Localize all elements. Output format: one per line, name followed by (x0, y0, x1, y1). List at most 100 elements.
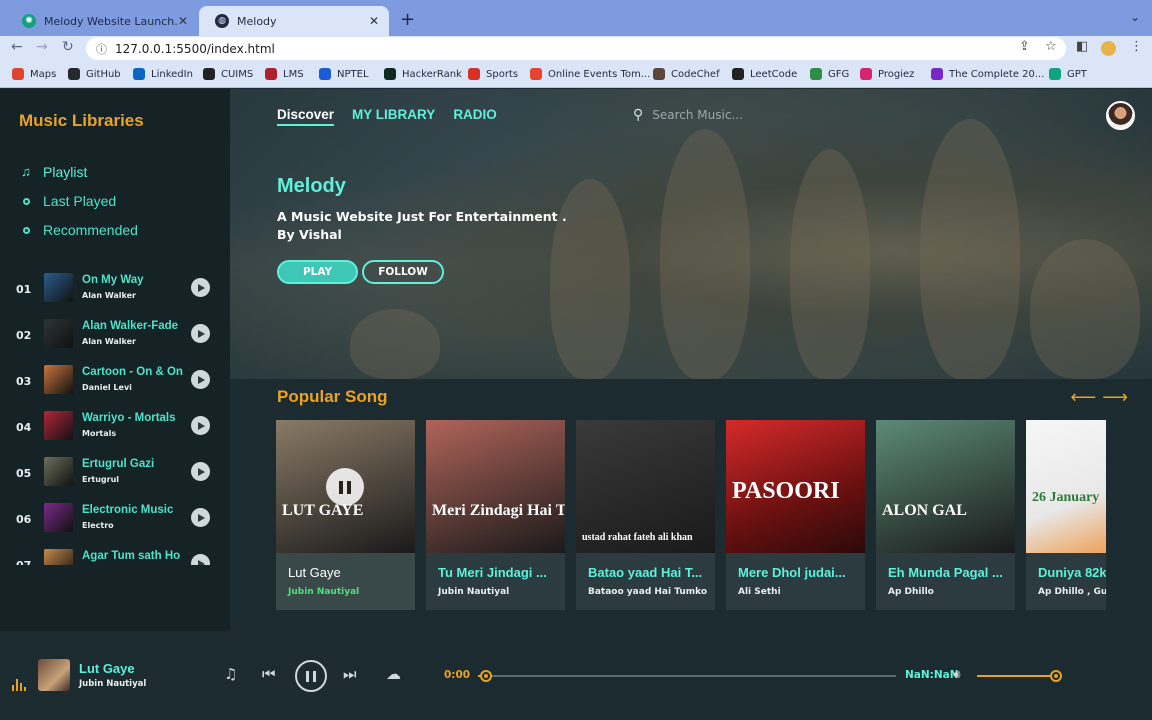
seek-handle[interactable] (480, 670, 493, 682)
play-circle-icon[interactable] (191, 554, 210, 565)
nav-my-library[interactable]: MY LIBRARY (352, 107, 435, 126)
play-button[interactable]: PLAY (277, 260, 358, 284)
previous-track-icon[interactable]: ⏮ (262, 665, 276, 683)
pause-overlay-icon[interactable] (326, 468, 364, 506)
song-list-item[interactable]: 02 Alan Walker-Fade Alan Walker (0, 315, 230, 361)
card-title: Mere Dhol judai... (738, 565, 846, 580)
info-icon[interactable]: ⓘ (96, 41, 107, 57)
volume-handle[interactable] (1050, 670, 1062, 682)
song-card[interactable]: ustad rahat fateh ali khan Batao yaad Hai… (576, 420, 715, 610)
bookmark-item[interactable]: Online Events Tom... (530, 68, 650, 80)
album-art-text: ALON GAL (882, 502, 967, 519)
close-tab-icon[interactable]: ✕ (178, 14, 188, 28)
album-art: 26 January (1026, 420, 1106, 553)
forward-icon[interactable]: → (36, 39, 48, 55)
nav-radio[interactable]: RADIO (453, 107, 497, 126)
play-circle-icon[interactable] (191, 508, 210, 527)
browser-tab-2[interactable]: ◍ Melody ✕ (199, 6, 389, 36)
bookmark-item[interactable]: GFG (810, 68, 849, 80)
album-art: LUT GAYE (276, 420, 415, 553)
song-card[interactable]: Meri Zindagi Hai Tu Tu Meri Jindagi ... Ju… (426, 420, 565, 610)
song-thumbnail (44, 457, 73, 486)
bookmark-favicon-icon (653, 68, 665, 80)
song-list-item[interactable]: 04 Warriyo - Mortals Mortals (0, 407, 230, 453)
more-menu-icon[interactable]: ⋮ (1130, 39, 1143, 54)
profile-avatar-icon[interactable] (1101, 41, 1116, 56)
side-panel-icon[interactable]: ◧ (1076, 39, 1088, 54)
download-icon[interactable]: ☁ (386, 665, 401, 683)
song-list-item[interactable]: 05 Ertugrul Gazi Ertugrul (0, 453, 230, 499)
bookmark-item[interactable]: CUIMS (203, 68, 253, 80)
main-content: Discover MY LIBRARY RADIO ⚲ Search Music… (230, 89, 1152, 631)
sidebar-item-last-played[interactable]: Last Played (19, 186, 138, 215)
play-circle-icon[interactable] (191, 416, 210, 435)
bookmark-item[interactable]: LeetCode (732, 68, 797, 80)
bookmark-item[interactable]: GitHub (68, 68, 121, 80)
bookmark-favicon-icon (931, 68, 943, 80)
share-icon[interactable]: ⇪ (1019, 39, 1030, 54)
bookmark-favicon-icon (1049, 68, 1061, 80)
bookmark-label: Maps (30, 68, 57, 80)
song-list-item[interactable]: 07 Agar Tum sath Ho (0, 545, 230, 565)
follow-button[interactable]: FOLLOW (362, 260, 444, 284)
now-playing-thumbnail (38, 659, 70, 691)
bookmark-item[interactable]: LMS (265, 68, 304, 80)
bookmark-item[interactable]: LinkedIn (133, 68, 193, 80)
play-circle-icon[interactable] (191, 324, 210, 343)
play-circle-icon[interactable] (191, 462, 210, 481)
song-card[interactable]: ALON GAL Eh Munda Pagal ... Ap Dhillo (876, 420, 1015, 610)
reload-icon[interactable]: ↻ (62, 39, 74, 55)
bookmark-item[interactable]: NPTEL (319, 68, 369, 80)
bookmark-favicon-icon (68, 68, 80, 80)
seek-bar[interactable] (478, 670, 896, 682)
album-art-text: ustad rahat fateh ali khan (582, 532, 693, 543)
search-input[interactable]: Search Music... (652, 108, 743, 122)
music-note-icon[interactable]: ♫ (224, 665, 237, 683)
song-card[interactable]: PASOORI Mere Dhol judai... Ali Sethi (726, 420, 865, 610)
arrow-left-icon[interactable]: ⟵ (1070, 387, 1096, 408)
bookmark-item[interactable]: Maps (12, 68, 56, 80)
volume-slider[interactable] (977, 670, 1062, 682)
browser-tab-1[interactable]: ✺ Melody Website Launch. ✕ (6, 6, 198, 36)
bookmark-label: LinkedIn (151, 68, 193, 80)
user-avatar[interactable] (1106, 101, 1135, 130)
album-art: PASOORI (726, 420, 865, 553)
address-bar[interactable]: ⓘ 127.0.0.1:5500/index.html (86, 37, 1066, 60)
song-title: Electronic Music (82, 504, 174, 516)
volume-icon[interactable]: 🔊︎ (953, 667, 961, 682)
bookmark-item[interactable]: Progiez (860, 68, 914, 80)
song-artist: Mortals (82, 429, 117, 438)
chevron-down-icon[interactable]: ⌄ (1130, 10, 1140, 24)
bookmark-item[interactable]: CodeChef (653, 68, 720, 80)
song-thumbnail (44, 319, 73, 348)
play-circle-icon[interactable] (191, 278, 210, 297)
search-bar[interactable]: ⚲ Search Music... (633, 107, 743, 123)
bookmark-item[interactable]: GPT (1049, 68, 1087, 80)
pause-button[interactable] (295, 660, 327, 692)
song-list-item[interactable]: 01 On My Way Alan Walker (0, 269, 230, 315)
new-tab-icon[interactable]: + (400, 9, 415, 30)
song-number: 03 (16, 375, 32, 388)
back-icon[interactable]: ← (11, 39, 23, 55)
play-circle-icon[interactable] (191, 370, 210, 389)
carousel-arrows: ⟵ ⟶ (1070, 387, 1128, 408)
circle-icon (19, 193, 33, 208)
card-artist: Bataoo yaad Hai Tumko (588, 587, 708, 597)
close-tab-icon[interactable]: ✕ (369, 14, 379, 28)
bookmark-item[interactable]: Sports (468, 68, 518, 80)
sidebar-item-playlist[interactable]: ♫ Playlist (19, 157, 138, 186)
song-list-item[interactable]: 03 Cartoon - On & On Daniel Levi (0, 361, 230, 407)
arrow-right-icon[interactable]: ⟶ (1102, 387, 1128, 408)
now-playing-title: Lut Gaye (79, 661, 135, 676)
bookmark-label: GFG (828, 68, 850, 80)
next-track-icon[interactable]: ⏭ (343, 665, 357, 683)
bookmark-item[interactable]: The Complete 20... (931, 68, 1044, 80)
bookmark-item[interactable]: HackerRank (384, 68, 462, 80)
sidebar-item-recommended[interactable]: Recommended (19, 215, 138, 244)
song-number: 04 (16, 421, 32, 434)
bookmark-star-icon[interactable]: ☆ (1045, 39, 1057, 54)
song-card[interactable]: LUT GAYE Lut Gaye Jubin Nautiyal (276, 420, 415, 610)
song-list-item[interactable]: 06 Electronic Music Electro (0, 499, 230, 545)
song-card[interactable]: 26 January Duniya 82k Ap Dhillo , Guri (1026, 420, 1106, 610)
nav-discover[interactable]: Discover (277, 107, 335, 126)
